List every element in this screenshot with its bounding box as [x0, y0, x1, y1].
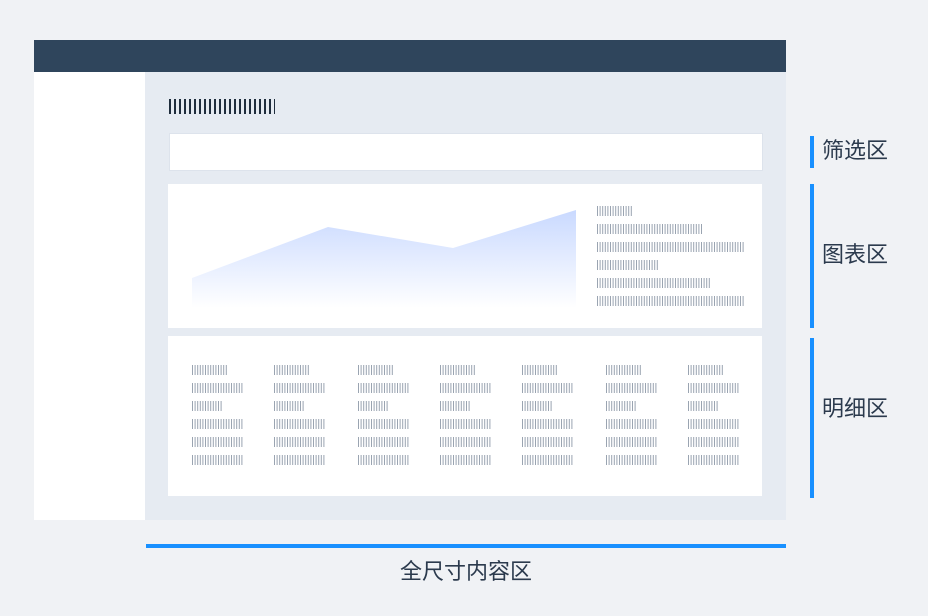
legend-text-line	[597, 242, 744, 252]
page-title-placeholder	[169, 99, 275, 114]
table-cell-line	[440, 365, 475, 375]
legend-text-line	[597, 206, 632, 216]
table-cell-line	[192, 365, 227, 375]
filter-area-accent-bar	[810, 136, 814, 168]
filter-area-label: 筛选区	[822, 139, 889, 164]
table-cell-line	[358, 365, 393, 375]
legend-text-line	[597, 224, 702, 234]
table-cell-line	[688, 419, 739, 429]
table-cell-line	[440, 383, 491, 393]
table-cell-line	[274, 437, 325, 447]
full-content-area-label: 全尺寸内容区	[399, 560, 532, 585]
table-cell-line	[358, 419, 409, 429]
table-cell-line	[688, 455, 739, 465]
table-cell-line	[192, 401, 222, 411]
table-cell-line	[606, 419, 657, 429]
table-cell-line	[606, 455, 657, 465]
detail-area-accent-bar	[810, 338, 814, 498]
table-cell-line	[274, 365, 309, 375]
chart-graphic	[192, 206, 744, 308]
table-cell-line	[358, 455, 409, 465]
table-cell-line	[358, 401, 388, 411]
chart-area-accent-bar	[810, 184, 814, 328]
table-cell-line	[274, 401, 304, 411]
table-cell-line	[440, 419, 491, 429]
top-navigation-bar	[34, 40, 786, 72]
table-cell-line	[192, 383, 243, 393]
full-content-area-line	[146, 544, 786, 548]
page-title-stripes	[169, 99, 275, 114]
sidebar	[34, 72, 145, 520]
table-cell-line	[440, 401, 470, 411]
table-cell-line	[440, 455, 491, 465]
table-cell-line	[688, 437, 739, 447]
table-cell-line	[688, 365, 723, 375]
area-series	[192, 210, 576, 308]
table-cell-line	[274, 419, 325, 429]
content-area	[145, 72, 786, 520]
table-cell-line	[606, 437, 657, 447]
table-cell-line	[274, 383, 325, 393]
detail-region	[168, 336, 762, 496]
table-cell-line	[688, 383, 739, 393]
table-cell-line	[522, 401, 552, 411]
table-cell-line	[358, 383, 409, 393]
table-cell-line	[688, 401, 718, 411]
table-cell-line	[358, 437, 409, 447]
table-cell-line	[192, 455, 243, 465]
detail-table-placeholder	[192, 365, 739, 465]
legend-text-line	[597, 278, 710, 288]
chart-legend-placeholder	[597, 206, 744, 306]
chart-region	[168, 184, 762, 328]
table-cell-line	[606, 365, 641, 375]
table-cell-line	[192, 419, 243, 429]
table-cell-line	[522, 365, 557, 375]
table-cell-line	[522, 437, 573, 447]
table-cell-line	[522, 455, 573, 465]
table-cell-line	[522, 383, 573, 393]
legend-text-line	[597, 296, 744, 306]
app-wireframe	[34, 40, 786, 520]
table-cell-line	[522, 419, 573, 429]
legend-text-line	[597, 260, 658, 270]
filter-region	[169, 133, 763, 171]
chart-area-label: 图表区	[822, 243, 889, 268]
table-cell-line	[440, 437, 491, 447]
table-cell-line	[192, 437, 243, 447]
table-cell-line	[606, 401, 636, 411]
table-cell-line	[274, 455, 325, 465]
table-cell-line	[606, 383, 657, 393]
detail-area-label: 明细区	[822, 397, 889, 422]
